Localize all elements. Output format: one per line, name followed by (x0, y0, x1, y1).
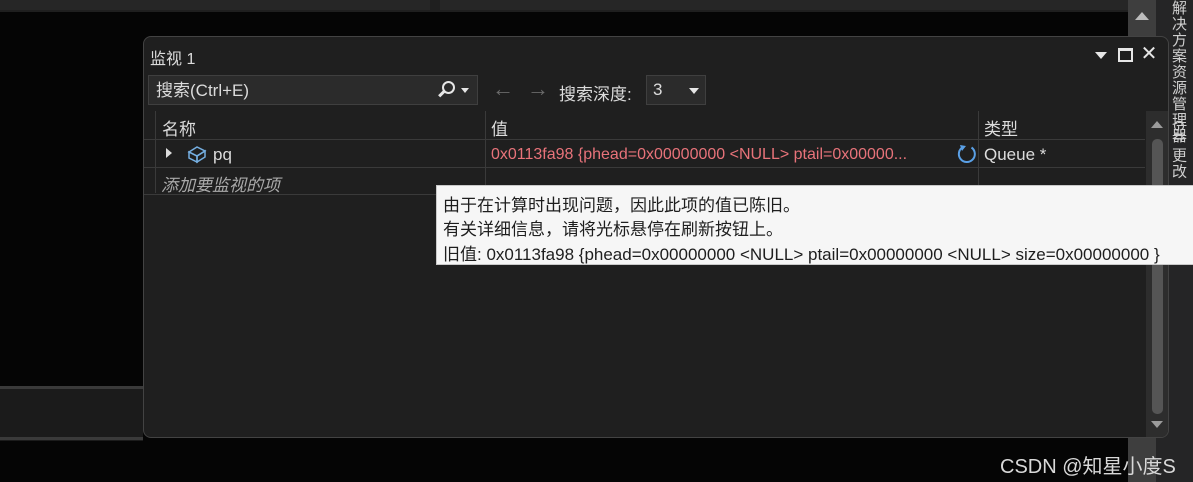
search-next-button[interactable]: → (527, 76, 549, 102)
scrollbar-thumb[interactable] (1152, 139, 1163, 414)
tooltip-old-value: 旧值: 0x0113fa98 {phead=0x00000000 <NULL> … (443, 245, 1160, 264)
close-icon: ✕ (1140, 43, 1158, 65)
variable-name[interactable]: pq (213, 145, 232, 165)
editor-tab-strip (0, 0, 1128, 12)
search-box[interactable] (148, 75, 478, 106)
variable-value[interactable]: 0x0113fa98 {phead=0x00000000 <NULL> ptai… (491, 146, 957, 164)
variable-type: Queue * (984, 145, 1047, 164)
table-row[interactable]: pq 0x0113fa98 {phead=0x00000000 <NULL> p… (144, 140, 1145, 168)
search-input[interactable] (149, 76, 438, 106)
search-handle (438, 89, 446, 98)
close-button[interactable]: ✕ (1138, 43, 1160, 65)
side-tab-git-changes[interactable]: Git 更改 (1168, 120, 1189, 179)
column-header-value[interactable]: 值 (491, 115, 508, 140)
watch-titlebar[interactable]: 监视 1 ✕ (144, 37, 1168, 71)
refresh-icon[interactable] (956, 143, 978, 165)
panel-divider (0, 437, 143, 440)
search-depth-label: 搜索深度: (559, 85, 632, 104)
chevron-down-icon (1095, 52, 1107, 59)
editor-strip-segment (0, 0, 430, 10)
watch-toolbar: ← → 搜索深度: 3 (144, 73, 1168, 107)
search-previous-button[interactable]: ← (492, 76, 514, 102)
expand-arrow-icon[interactable] (166, 148, 172, 158)
chevron-down-icon (689, 88, 699, 94)
scroll-up-icon[interactable] (1151, 121, 1163, 128)
column-header-type[interactable]: 类型 (984, 115, 1018, 140)
search-icon[interactable] (435, 79, 457, 101)
watermark: CSDN @知星小度S (1000, 456, 1176, 478)
add-watch-placeholder[interactable]: 添加要监视的项 (161, 171, 280, 196)
maximize-icon (1118, 48, 1133, 62)
output-panel-edge (0, 386, 143, 441)
maximize-button[interactable] (1114, 43, 1136, 65)
column-header-name[interactable]: 名称 (162, 115, 196, 140)
tooltip-line: 由于在计算时出现问题，因此此项的值已陈旧。 (443, 196, 800, 215)
variable-icon (187, 146, 207, 164)
watch-title: 监视 1 (150, 51, 196, 68)
window-options-button[interactable] (1090, 43, 1112, 65)
tooltip-line: 有关详细信息，请将光标悬停在刷新按钮上。 (443, 220, 783, 239)
stale-value-tooltip: 由于在计算时出现问题，因此此项的值已陈旧。 有关详细信息，请将光标悬停在刷新按钮… (436, 185, 1193, 265)
watch-grid: 名称 值 类型 pq 0x0113fa98 {phead=0x00000000 … (144, 111, 1145, 437)
grid-scrollbar[interactable] (1146, 111, 1168, 437)
search-depth-value: 3 (653, 80, 663, 99)
grid-header: 名称 值 类型 (144, 111, 1145, 140)
scroll-up-icon[interactable] (1135, 12, 1149, 20)
search-depth-select[interactable]: 3 (646, 75, 706, 105)
editor-strip-segment (440, 0, 1128, 10)
search-options-chevron-icon[interactable] (461, 88, 469, 93)
scroll-down-icon[interactable] (1151, 421, 1163, 428)
